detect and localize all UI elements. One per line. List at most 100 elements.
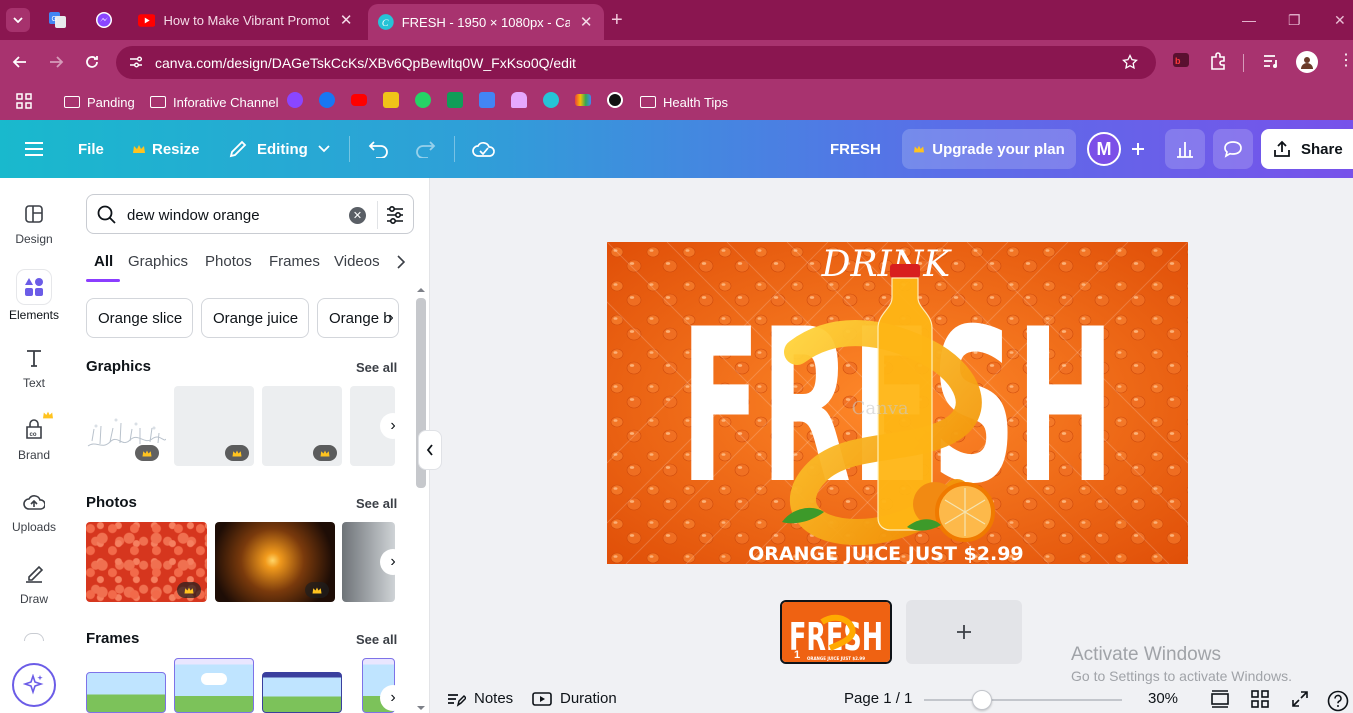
design-page[interactable]: DRINK FRESH ORANGE JUICE JUST $2.99 Canv… [607, 242, 1188, 564]
tab-frames[interactable]: Frames [269, 253, 320, 270]
share-button[interactable]: Share [1261, 129, 1353, 169]
close-tab-icon[interactable]: ✕ [578, 13, 594, 31]
close-window-icon[interactable]: ✕ [1334, 12, 1346, 29]
fullscreen-button[interactable] [1291, 690, 1309, 708]
browser-frame-thumbnail[interactable] [174, 658, 254, 713]
bookmark-panding[interactable]: Panding [64, 92, 135, 112]
puzzle-extensions-icon[interactable] [1208, 51, 1228, 71]
main-menu-button[interactable] [24, 120, 44, 178]
pinned-tab-translate[interactable]: G [46, 8, 70, 32]
save-status-button[interactable] [472, 120, 496, 178]
zoom-slider-track[interactable] [924, 699, 1122, 701]
tab-youtube[interactable]: How to Make Vibrant Promotio ✕ [128, 0, 364, 40]
grid-view-button[interactable] [1251, 690, 1269, 708]
tab-videos[interactable]: Videos [334, 253, 380, 270]
chips-next-arrow[interactable]: › [378, 305, 404, 331]
design-title[interactable]: FRESH [830, 120, 881, 178]
redo-button[interactable] [414, 120, 436, 178]
upgrade-plan-button[interactable]: Upgrade your plan [902, 129, 1076, 169]
search-input[interactable]: dew window orange [127, 207, 260, 224]
rail-elements[interactable]: Elements [0, 270, 68, 322]
scroll-down-icon[interactable] [415, 704, 427, 712]
forms-bookmark-icon[interactable] [479, 92, 495, 108]
water-drops-photo[interactable] [86, 522, 207, 602]
rail-text[interactable]: Text [0, 346, 68, 390]
gmail-bookmark-icon[interactable] [575, 94, 591, 106]
browser-menu-icon[interactable]: ⋮ [1338, 53, 1353, 69]
close-tab-icon[interactable]: ✕ [338, 11, 354, 29]
minimize-icon[interactable]: — [1242, 12, 1256, 28]
frames-next-arrow[interactable]: › [380, 685, 406, 711]
browser-frame-thumbnail[interactable] [262, 672, 342, 713]
forward-button[interactable] [46, 52, 66, 72]
graphic-thumbnail[interactable] [262, 386, 342, 466]
comments-button[interactable] [1213, 129, 1253, 169]
help-button[interactable] [1327, 690, 1349, 712]
file-menu-button[interactable]: File [78, 120, 104, 178]
page-indicator[interactable]: Page 1 / 1 [844, 690, 912, 707]
panel-scrollbar[interactable] [415, 286, 427, 711]
reload-button[interactable] [82, 52, 102, 72]
pinned-tab-messenger[interactable] [92, 8, 116, 32]
search-field[interactable]: dew window orange ✕ [86, 194, 414, 234]
rail-design[interactable]: Design [0, 202, 68, 246]
zoom-slider-knob[interactable] [972, 690, 992, 710]
photos-bookmark-icon[interactable] [383, 92, 399, 108]
bookmark-health-tips[interactable]: Health Tips [640, 92, 728, 112]
scroll-up-icon[interactable] [415, 286, 427, 294]
openai-bookmark-icon[interactable] [607, 92, 623, 108]
more-apps-icon[interactable] [24, 633, 44, 641]
graphics-see-all[interactable]: See all [356, 360, 397, 375]
sheets-bookmark-icon[interactable] [447, 92, 463, 108]
chevron-right-icon[interactable] [397, 255, 405, 269]
clear-search-icon[interactable]: ✕ [349, 207, 366, 224]
new-tab-button[interactable]: + [611, 10, 623, 30]
page-thumbnail[interactable]: FRESH ORANGE JUICE JUST $2.99 1 [780, 600, 892, 664]
whatsapp-bookmark-icon[interactable] [415, 92, 431, 108]
user-avatar[interactable]: M [1087, 132, 1121, 166]
filter-sliders-icon[interactable] [385, 205, 405, 225]
browser-frame-thumbnail[interactable] [86, 672, 166, 713]
facebook-bookmark-icon[interactable] [319, 92, 335, 108]
zoom-level[interactable]: 30% [1148, 690, 1178, 707]
graphic-thumbnail[interactable] [174, 386, 254, 466]
address-bar[interactable]: canva.com/design/DAGeTskCcKs/XBv6QpBewlt… [116, 46, 1156, 79]
rail-draw[interactable]: Draw [0, 562, 68, 606]
media-control-icon[interactable] [1261, 51, 1281, 71]
profile-avatar[interactable] [1296, 51, 1318, 73]
canva-bookmark-icon[interactable] [543, 92, 559, 108]
site-settings-icon[interactable] [128, 54, 144, 70]
graphics-next-arrow[interactable]: › [380, 413, 406, 439]
bookmark-star-icon[interactable] [1122, 54, 1138, 70]
resize-button[interactable]: Resize [132, 120, 200, 178]
bookmark-inforative-channel[interactable]: Inforative Channel [150, 92, 279, 112]
insights-button[interactable] [1165, 129, 1205, 169]
golden-bokeh-photo[interactable] [215, 522, 335, 602]
suggestion-chip[interactable]: Orange juice [201, 298, 309, 338]
photos-see-all[interactable]: See all [356, 496, 397, 511]
graphic-thumbnail[interactable] [86, 386, 166, 466]
add-page-button[interactable] [906, 600, 1022, 664]
magic-assistant-button[interactable] [12, 663, 56, 707]
editing-mode-button[interactable]: Editing [228, 120, 330, 178]
tab-all[interactable]: All [94, 253, 113, 270]
undo-button[interactable] [368, 120, 390, 178]
ghost-bookmark-icon[interactable] [511, 92, 527, 108]
duration-button[interactable]: Duration [532, 690, 617, 707]
youtube-bookmark-icon[interactable] [351, 94, 367, 106]
tab-search-button[interactable] [6, 8, 30, 32]
invite-button[interactable] [1123, 132, 1153, 166]
tab-canva-active[interactable]: C FRESH - 1950 × 1080px - Canva ✕ [368, 4, 604, 40]
notes-button[interactable]: Notes [446, 690, 513, 707]
apps-grid-icon[interactable] [16, 93, 32, 109]
rail-brand[interactable]: co Brand [0, 411, 68, 462]
suggestion-chip[interactable]: Orange slice [86, 298, 193, 338]
back-button[interactable] [10, 52, 30, 72]
tab-graphics[interactable]: Graphics [128, 253, 188, 270]
messenger-bookmark-icon[interactable] [287, 92, 303, 108]
tab-photos[interactable]: Photos [205, 253, 252, 270]
collapse-panel-button[interactable] [418, 430, 442, 470]
rail-uploads[interactable]: Uploads [0, 490, 68, 534]
frames-see-all[interactable]: See all [356, 632, 397, 647]
pages-view-button[interactable] [1210, 690, 1230, 708]
